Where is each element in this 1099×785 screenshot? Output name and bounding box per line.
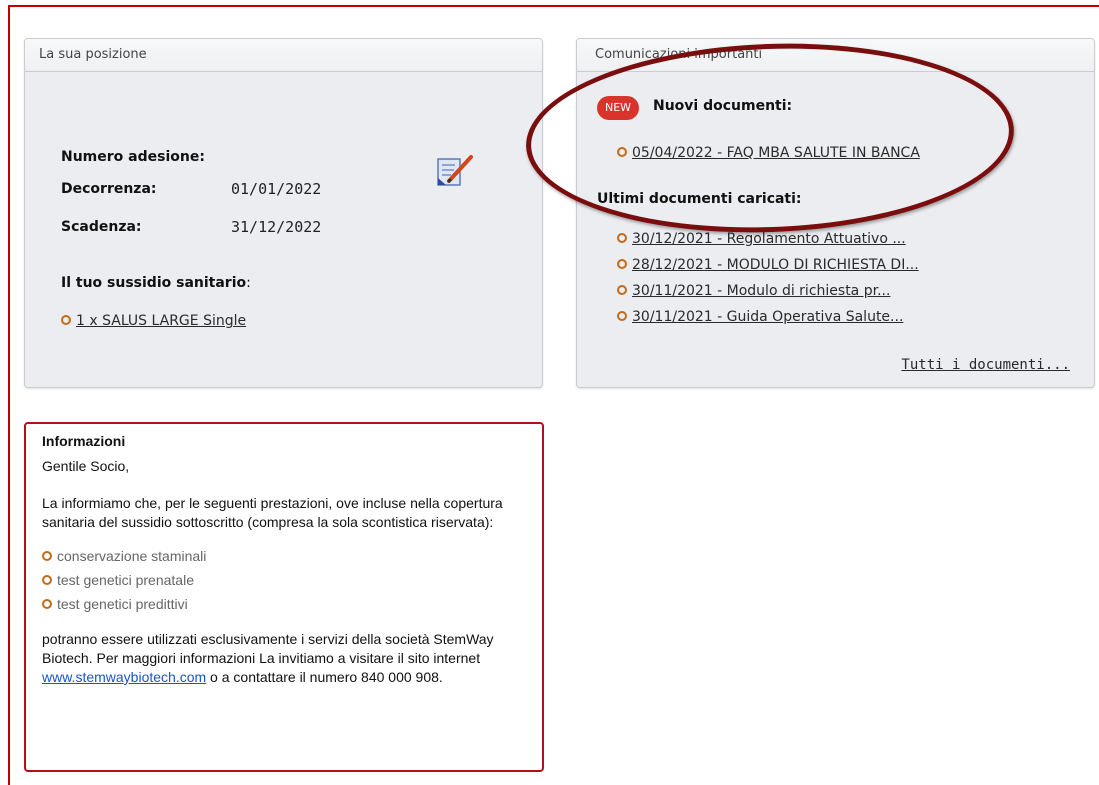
bullet-icon: [61, 315, 71, 325]
latest-doc-link[interactable]: 30/11/2021 - Modulo di richiesta pr...: [632, 283, 890, 299]
list-item: conservazione staminali: [42, 544, 526, 568]
all-documents-link[interactable]: Tutti i documenti...: [901, 357, 1070, 373]
bullet-icon: [42, 599, 52, 610]
bullet-icon: [617, 285, 627, 295]
latest-doc-item: 30/11/2021 - Guida Operativa Salute...: [617, 309, 903, 325]
start-date-value: 01/01/2022: [231, 180, 322, 198]
bullet-icon: [617, 147, 627, 157]
membership-number-label: Numero adesione:: [61, 149, 205, 165]
info-item-text: test genetici prenatale: [57, 572, 194, 588]
new-docs-label: Nuovi documenti:: [653, 98, 793, 114]
info-title: Informazioni: [42, 433, 126, 449]
info-list: conservazione staminali test genetici pr…: [42, 544, 526, 616]
new-badge: NEW: [597, 96, 639, 120]
latest-doc-item: 30/12/2021 - Regolamento Attuativo ...: [617, 231, 906, 247]
info-intro: La informiamo che, per le seguenti prest…: [42, 495, 503, 530]
communications-panel-title: Comunicazioni importanti: [577, 39, 1094, 72]
bullet-icon: [42, 575, 52, 586]
edit-document-icon[interactable]: [435, 151, 479, 191]
bullet-icon: [617, 311, 627, 321]
bullet-icon: [42, 551, 52, 562]
info-greeting: Gentile Socio,: [42, 458, 130, 474]
latest-doc-item: 28/12/2021 - MODULO DI RICHIESTA DI...: [617, 257, 919, 273]
position-panel: La sua posizione Numero adesione: Decorr…: [24, 38, 543, 388]
info-body-tail: o a contattare il numero 840 000 908.: [206, 669, 443, 685]
info-item-text: conservazione staminali: [57, 548, 207, 564]
info-item-text: test genetici predittivi: [57, 596, 188, 612]
latest-docs-label: Ultimi documenti caricati:: [597, 191, 802, 207]
list-item: test genetici predittivi: [42, 592, 526, 616]
subsidy-label: Il tuo sussidio sanitario: [61, 275, 247, 291]
latest-doc-link[interactable]: 28/12/2021 - MODULO DI RICHIESTA DI...: [632, 257, 919, 273]
bullet-icon: [617, 233, 627, 243]
new-doc-link[interactable]: 05/04/2022 - FAQ MBA SALUTE IN BANCA: [632, 145, 920, 161]
subsidy-label-colon: :: [246, 275, 251, 291]
bullet-icon: [617, 259, 627, 269]
new-doc-item: 05/04/2022 - FAQ MBA SALUTE IN BANCA: [617, 145, 920, 161]
end-date-label: Scadenza:: [61, 219, 142, 235]
end-date-value: 31/12/2022: [231, 218, 322, 236]
communications-panel: Comunicazioni importanti NEW Nuovi docum…: [576, 38, 1095, 388]
info-body-text: potranno essere utilizzati esclusivament…: [42, 631, 494, 666]
start-date-label: Decorrenza:: [61, 181, 157, 197]
subsidy-item-link[interactable]: 1 x SALUS LARGE Single: [76, 313, 246, 329]
subsidy-item: 1 x SALUS LARGE Single: [61, 313, 246, 329]
subsidy-heading: Il tuo sussidio sanitario:: [61, 275, 251, 291]
info-body: potranno essere utilizzati esclusivament…: [42, 630, 526, 687]
stemway-website-link[interactable]: www.stemwaybiotech.com: [42, 669, 206, 685]
information-box: Informazioni Gentile Socio, La informiam…: [24, 422, 544, 772]
list-item: test genetici prenatale: [42, 568, 526, 592]
latest-doc-item: 30/11/2021 - Modulo di richiesta pr...: [617, 283, 890, 299]
latest-doc-link[interactable]: 30/11/2021 - Guida Operativa Salute...: [632, 309, 903, 325]
latest-doc-link[interactable]: 30/12/2021 - Regolamento Attuativo ...: [632, 231, 906, 247]
position-panel-title: La sua posizione: [25, 39, 542, 72]
